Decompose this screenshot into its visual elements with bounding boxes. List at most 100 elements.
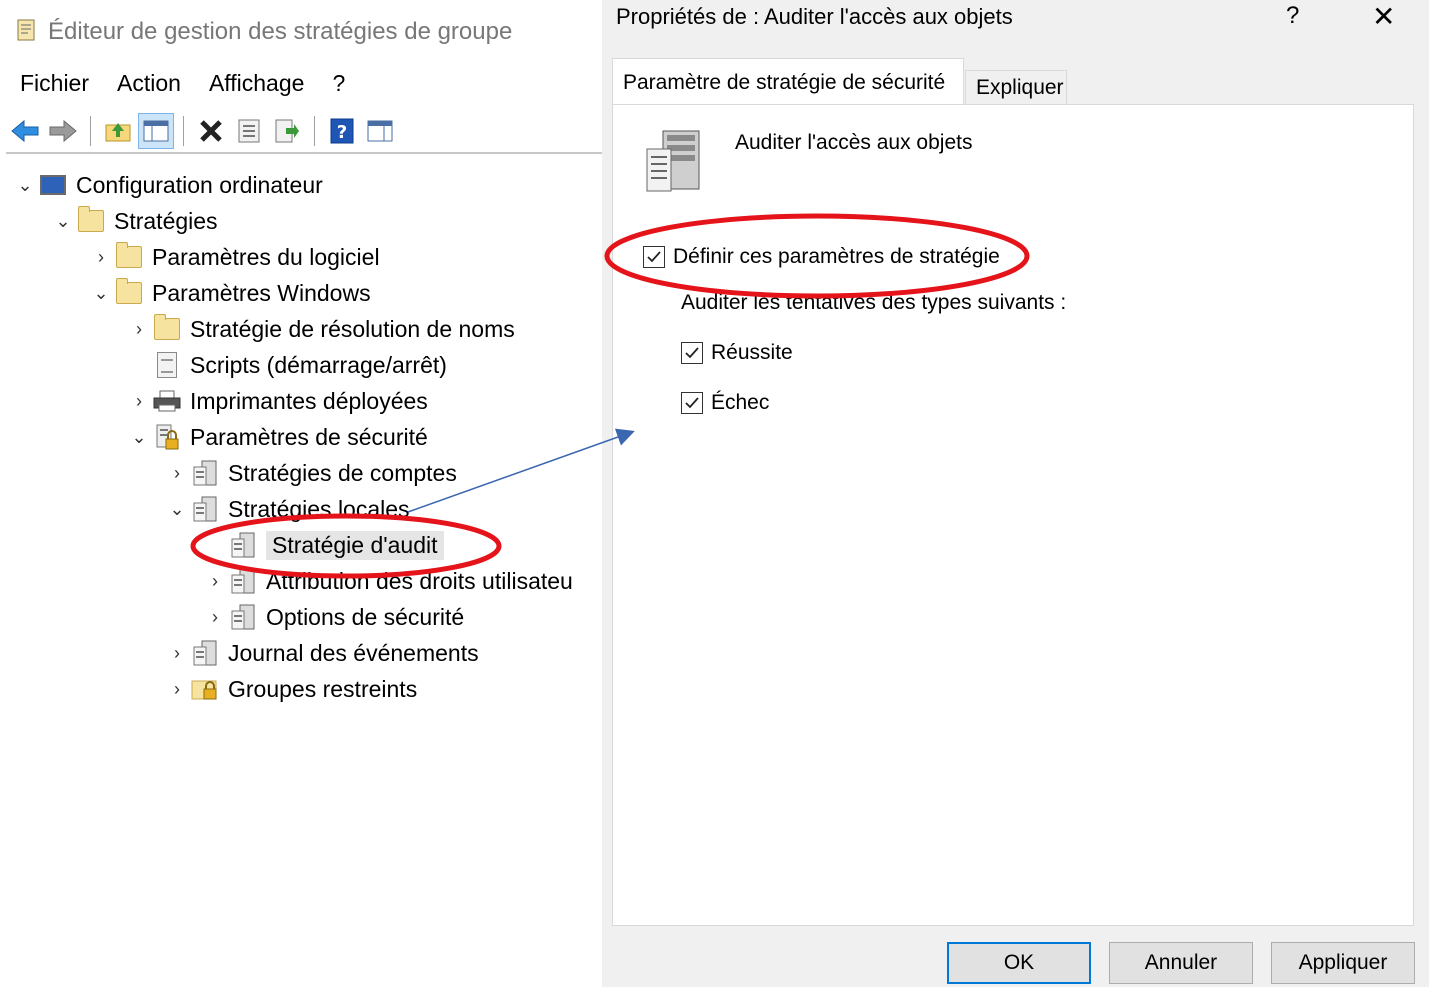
chevron-down-icon[interactable]: ⌄	[50, 211, 76, 232]
policy-icon	[190, 459, 220, 487]
chevron-down-icon[interactable]: ⌄	[88, 283, 114, 304]
tab-parametre-strategie[interactable]: Paramètre de stratégie de sécurité	[612, 58, 964, 106]
tree-item-configuration-ordinateur[interactable]: ⌄ Configuration ordinateur	[12, 168, 323, 202]
script-icon	[152, 351, 182, 379]
tree-item-label: Options de sécurité	[266, 603, 465, 630]
success-label: Réussite	[711, 341, 793, 364]
tree-item-strategies[interactable]: ⌄ Stratégies	[50, 204, 218, 238]
server-policy-icon	[643, 129, 707, 198]
audit-attempts-label: Auditer les tentatives des types suivant…	[681, 291, 1067, 314]
tree-item-label: Configuration ordinateur	[76, 171, 323, 198]
folder-icon	[76, 206, 106, 235]
toolbar-separator	[314, 116, 315, 146]
delete-icon[interactable]	[194, 114, 228, 148]
failure-checkbox[interactable]	[681, 392, 703, 414]
show-hide-tree-icon[interactable]	[138, 113, 174, 149]
tree-item-journal-evenements[interactable]: › Journal des événements	[164, 636, 479, 670]
tree-item-strategies-locales[interactable]: ⌄ Stratégies locales	[164, 492, 410, 526]
success-checkbox[interactable]	[681, 342, 703, 364]
tree-item-scripts[interactable]: Scripts (démarrage/arrêt)	[126, 348, 447, 382]
tree-item-label: Scripts (démarrage/arrêt)	[190, 351, 447, 378]
define-settings-row[interactable]: Définir ces paramètres de stratégie	[643, 245, 1000, 269]
apply-button[interactable]: Appliquer	[1271, 942, 1415, 984]
tree-item-label: Paramètres de sécurité	[190, 423, 428, 450]
policy-icon	[190, 639, 220, 667]
tree-item-label: Paramètres Windows	[152, 279, 371, 306]
properties-icon[interactable]	[232, 114, 266, 148]
tree-item-resolution-noms[interactable]: › Stratégie de résolution de noms	[126, 312, 515, 346]
chevron-right-icon[interactable]: ›	[164, 679, 190, 700]
failure-label: Échec	[711, 391, 770, 414]
toolbar-separator	[183, 116, 184, 146]
toolbar-divider	[6, 152, 602, 154]
policy-icon	[228, 603, 258, 631]
close-icon[interactable]: ✕	[1372, 0, 1395, 33]
tree-item-label: Stratégies locales	[228, 495, 410, 522]
help-button[interactable]: ?	[1286, 2, 1299, 30]
tree-item-label: Imprimantes déployées	[190, 387, 428, 414]
tree-item-parametres-securite[interactable]: ⌄ Paramètres de sécurité	[126, 420, 428, 454]
tree-item-label: Stratégie d'audit	[266, 530, 444, 560]
app-icon	[14, 18, 38, 47]
policy-icon	[228, 531, 258, 559]
security-icon	[152, 423, 182, 451]
define-settings-checkbox[interactable]	[643, 246, 665, 268]
tab-expliquer[interactable]: Expliquer	[965, 70, 1067, 106]
dialog-title: Propriétés de : Auditer l'accès aux obje…	[616, 4, 1013, 29]
chevron-right-icon[interactable]: ›	[88, 247, 114, 268]
tree-item-label: Paramètres du logiciel	[152, 243, 380, 270]
svg-text:?: ?	[337, 122, 347, 143]
help-icon[interactable]: ?	[325, 114, 359, 148]
toolbar-separator	[90, 116, 91, 146]
policy-icon	[190, 495, 220, 523]
tree-item-label: Stratégies de comptes	[228, 459, 457, 486]
tree-item-label: Attribution des droits utilisateu	[266, 567, 573, 594]
chevron-down-icon[interactable]: ⌄	[12, 175, 38, 196]
chevron-down-icon[interactable]: ⌄	[164, 499, 190, 520]
printer-icon	[152, 387, 182, 415]
tree-item-options-securite[interactable]: › Options de sécurité	[202, 600, 464, 634]
editor-titlebar: Éditeur de gestion des stratégies de gro…	[14, 14, 512, 50]
toolbar: ?	[8, 108, 602, 154]
back-icon[interactable]	[8, 114, 42, 148]
chevron-right-icon[interactable]: ›	[126, 391, 152, 412]
policy-name: Auditer l'accès aux objets	[735, 131, 973, 154]
folder-icon	[152, 314, 182, 343]
tree-item-label: Journal des événements	[228, 639, 479, 666]
cancel-button[interactable]: Annuler	[1109, 942, 1253, 984]
menu-affichage[interactable]: Affichage	[197, 70, 320, 97]
tree-item-parametres-logiciel[interactable]: › Paramètres du logiciel	[88, 240, 380, 274]
menu-bar: Fichier Action Affichage ?	[0, 66, 361, 100]
chevron-down-icon[interactable]: ⌄	[126, 427, 152, 448]
locked-folder-icon	[190, 675, 220, 703]
tree-item-groupes-restreints[interactable]: › Groupes restreints	[164, 672, 417, 706]
editor-title: Éditeur de gestion des stratégies de gro…	[48, 18, 513, 45]
success-row[interactable]: Réussite	[681, 341, 793, 365]
chevron-right-icon[interactable]: ›	[126, 319, 152, 340]
gpm-editor-window: Éditeur de gestion des stratégies de gro…	[0, 0, 602, 987]
properties-dialog: Propriétés de : Auditer l'accès aux obje…	[602, 0, 1429, 987]
show-hide-action-pane-icon[interactable]	[363, 114, 397, 148]
up-folder-icon[interactable]	[101, 114, 135, 148]
tree-item-imprimantes[interactable]: › Imprimantes déployées	[126, 384, 428, 418]
export-list-icon[interactable]	[270, 114, 304, 148]
computer-icon	[38, 171, 68, 199]
tree-item-parametres-windows[interactable]: ⌄ Paramètres Windows	[88, 276, 371, 310]
chevron-right-icon[interactable]: ›	[164, 463, 190, 484]
folder-icon	[114, 242, 144, 271]
chevron-right-icon[interactable]: ›	[164, 643, 190, 664]
menu-fichier[interactable]: Fichier	[0, 70, 105, 97]
menu-action[interactable]: Action	[105, 70, 197, 97]
tree-item-strategie-audit[interactable]: Stratégie d'audit	[202, 528, 444, 562]
chevron-right-icon[interactable]: ›	[202, 571, 228, 592]
tree-item-attribution-droits[interactable]: › Attribution des droits utilisateu	[202, 564, 573, 598]
forward-icon[interactable]	[46, 114, 80, 148]
failure-row[interactable]: Échec	[681, 391, 769, 415]
tree-item-label: Groupes restreints	[228, 675, 418, 702]
chevron-right-icon[interactable]: ›	[202, 607, 228, 628]
menu-help[interactable]: ?	[320, 70, 361, 97]
tree-item-strategies-comptes[interactable]: › Stratégies de comptes	[164, 456, 457, 490]
define-settings-label: Définir ces paramètres de stratégie	[673, 245, 1000, 268]
policy-icon	[228, 567, 258, 595]
ok-button[interactable]: OK	[947, 942, 1091, 984]
